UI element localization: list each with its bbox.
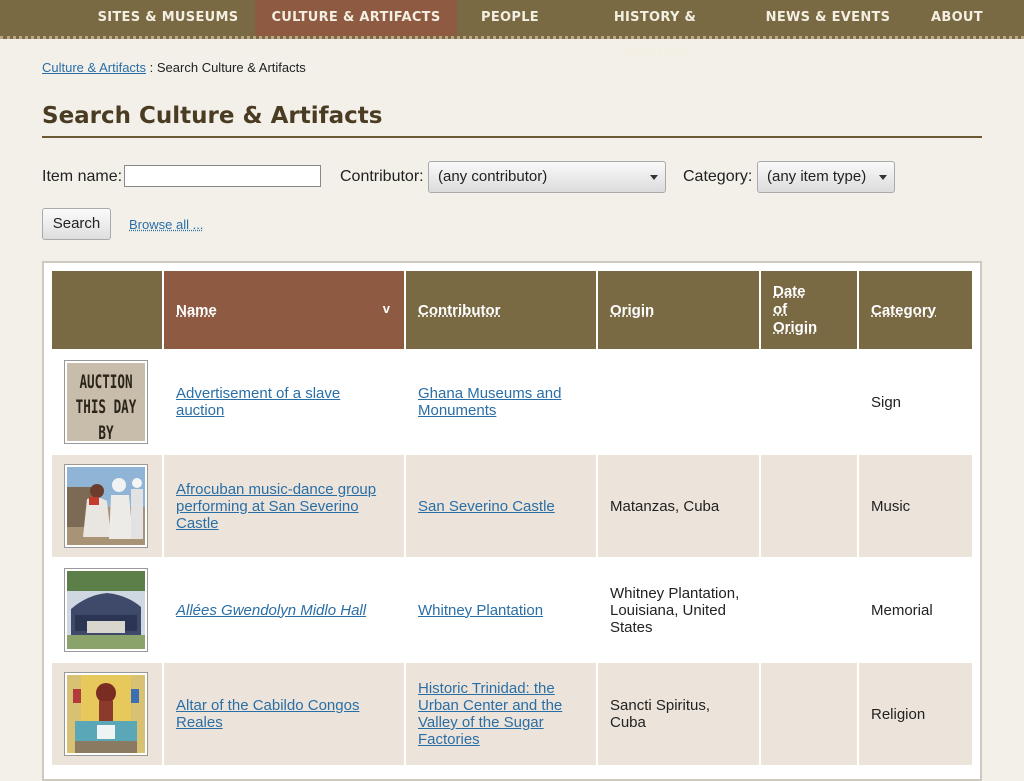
thumb1-line2: THIS DAY [76, 396, 137, 418]
name-cell: Advertisement of a slave auction [164, 349, 404, 453]
contributor-cell: San Severino Castle [406, 453, 596, 557]
chevron-down-icon [879, 175, 887, 180]
contributor-link[interactable]: San Severino Castle [418, 498, 555, 515]
chevron-down-icon [650, 175, 658, 180]
contributor-select[interactable]: (any contributor) [428, 161, 666, 193]
header-date-line1[interactable]: Date [773, 283, 806, 300]
name-cell: Altar of the Cabildo Congos Reales [164, 661, 404, 765]
search-button[interactable]: Search [42, 208, 111, 240]
name-cell: Allées Gwendolyn Midlo Hall [164, 557, 404, 661]
results-table: Name v Contributor Origin Date of Origin… [50, 271, 974, 765]
thumbnail-altar-cabildo[interactable] [64, 672, 148, 756]
header-date-of-origin[interactable]: Date of Origin [761, 271, 857, 349]
main-nav: SITES & MUSEUMS CULTURE & ARTIFACTS PEOP… [0, 0, 1024, 61]
thumbnail-cell [52, 557, 162, 661]
header-contributor-label[interactable]: Contributor [418, 302, 500, 319]
nav-about[interactable]: ABOUT [925, 0, 989, 36]
name-cell: Afrocuban music-dance group performing a… [164, 453, 404, 557]
thumbnail-music-dance-group[interactable] [64, 464, 148, 548]
thumb1-line3: BY [98, 422, 114, 441]
contributor-cell: Historic Trinidad: the Urban Center and … [406, 661, 596, 765]
category-label: Category: [683, 168, 753, 185]
nav-sites-museums[interactable]: SITES & MUSEUMS [96, 0, 240, 36]
contributor-cell: Ghana Museums and Monuments [406, 349, 596, 453]
thumbnail-slave-auction-sign[interactable]: AUCTION THIS DAY BY [64, 360, 148, 444]
nav-history-memory[interactable]: HISTORY & MEMORY [580, 0, 730, 61]
category-select[interactable]: (any item type) [757, 161, 895, 193]
thumbnail-cell [52, 661, 162, 765]
category-selected-value: (any item type) [767, 168, 867, 185]
item-name-link[interactable]: Altar of the Cabildo Congos Reales [176, 697, 359, 731]
contributor-link[interactable]: Whitney Plantation [418, 602, 543, 619]
header-category-label[interactable]: Category [871, 302, 936, 319]
origin-cell: Whitney Plantation, Louisiana, United St… [598, 557, 759, 661]
item-name-label: Item name: [42, 168, 123, 185]
contributor-link[interactable]: Historic Trinidad: the Urban Center and … [418, 680, 562, 748]
header-thumbnail [52, 271, 162, 349]
nav-culture-artifacts[interactable]: CULTURE & ARTIFACTS [255, 0, 457, 36]
header-origin[interactable]: Origin [598, 271, 759, 349]
nav-news-events[interactable]: NEWS & EVENTS [762, 0, 894, 36]
category-cell: Music [859, 453, 972, 557]
date-cell [761, 349, 857, 453]
memorial-image [67, 571, 145, 649]
breadcrumb-separator: : [146, 60, 157, 75]
thumb1-line1: AUCTION [79, 371, 132, 393]
date-cell [761, 661, 857, 765]
header-contributor[interactable]: Contributor [406, 271, 596, 349]
item-name-input[interactable] [124, 165, 321, 187]
table-row: Altar of the Cabildo Congos Reales Histo… [52, 661, 972, 765]
table-header-row: Name v Contributor Origin Date of Origin… [52, 271, 972, 349]
contributor-link[interactable]: Ghana Museums and Monuments [418, 385, 561, 419]
header-date-line2[interactable]: of [773, 301, 787, 318]
origin-cell: Matanzas, Cuba [598, 453, 759, 557]
table-row: Afrocuban music-dance group performing a… [52, 453, 972, 557]
header-category[interactable]: Category [859, 271, 972, 349]
contributor-selected-value: (any contributor) [438, 168, 548, 185]
thumbnail-allees-memorial[interactable] [64, 568, 148, 652]
breadcrumb: Culture & Artifacts : Search Culture & A… [42, 60, 306, 75]
page-title: Search Culture & Artifacts [42, 103, 383, 129]
item-name-link[interactable]: Afrocuban music-dance group performing a… [176, 481, 376, 532]
header-origin-label[interactable]: Origin [610, 302, 654, 319]
dance-group-image [67, 467, 145, 545]
table-row: Allées Gwendolyn Midlo Hall Whitney Plan… [52, 557, 972, 661]
header-name-label[interactable]: Name [176, 302, 217, 319]
header-date-line3[interactable]: Origin [773, 319, 817, 336]
nav-people[interactable]: PEOPLE [472, 0, 548, 36]
browse-all-link[interactable]: Browse all ... [129, 217, 203, 232]
altar-image [67, 675, 145, 753]
results-panel: Name v Contributor Origin Date of Origin… [42, 261, 982, 781]
item-name-link[interactable]: Allées Gwendolyn Midlo Hall [176, 602, 366, 619]
origin-cell [598, 349, 759, 453]
thumbnail-cell [52, 453, 162, 557]
date-cell [761, 453, 857, 557]
table-row: AUCTION THIS DAY BY Advertisement of a s… [52, 349, 972, 453]
origin-cell: Sancti Spiritus, Cuba [598, 661, 759, 765]
title-divider [42, 136, 982, 138]
breadcrumb-current: Search Culture & Artifacts [156, 60, 306, 75]
sort-descending-icon: v [382, 301, 390, 316]
category-cell: Memorial [859, 557, 972, 661]
auction-sign-image: AUCTION THIS DAY BY [67, 363, 145, 441]
breadcrumb-link-culture-artifacts[interactable]: Culture & Artifacts [42, 60, 146, 75]
date-cell [761, 557, 857, 661]
category-cell: Religion [859, 661, 972, 765]
contributor-cell: Whitney Plantation [406, 557, 596, 661]
header-name[interactable]: Name v [164, 271, 404, 349]
thumbnail-cell: AUCTION THIS DAY BY [52, 349, 162, 453]
category-cell: Sign [859, 349, 972, 453]
item-name-link[interactable]: Advertisement of a slave auction [176, 385, 340, 419]
contributor-label: Contributor: [340, 168, 424, 185]
